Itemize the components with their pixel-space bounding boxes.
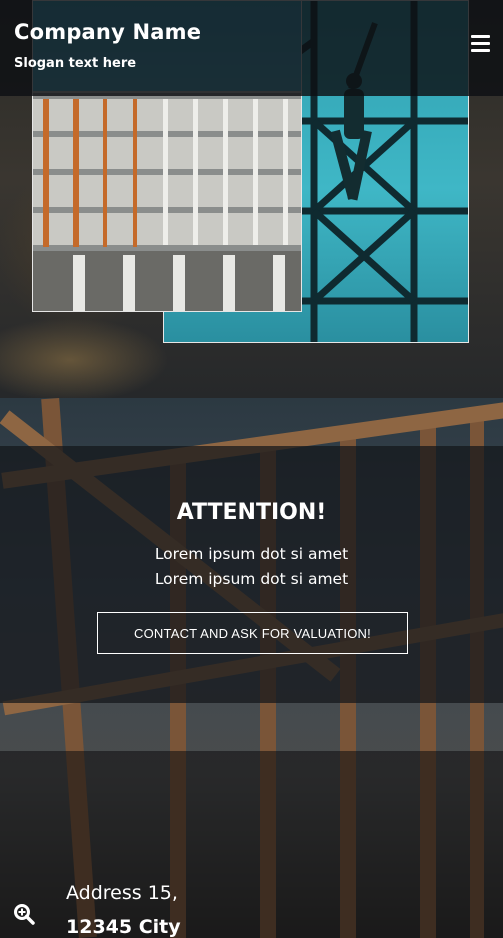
address-line-2: 12345 City <box>66 916 181 938</box>
address-line-1: Address 15, <box>66 882 178 904</box>
contact-panel <box>0 751 503 938</box>
hamburger-menu-icon[interactable] <box>471 35 490 53</box>
attention-text-line-1: Lorem ipsum dot si amet <box>154 545 349 563</box>
attention-title: ATTENTION! <box>176 500 327 525</box>
site-header: Company Name Slogan text here <box>0 0 503 96</box>
zoom-search-icon[interactable] <box>13 903 35 925</box>
slogan: Slogan text here <box>14 56 137 71</box>
contact-valuation-button[interactable]: CONTACT AND ASK FOR VALUATION! <box>97 612 408 654</box>
attention-text-line-2: Lorem ipsum dot si amet <box>154 570 349 588</box>
company-name[interactable]: Company Name <box>14 20 201 44</box>
